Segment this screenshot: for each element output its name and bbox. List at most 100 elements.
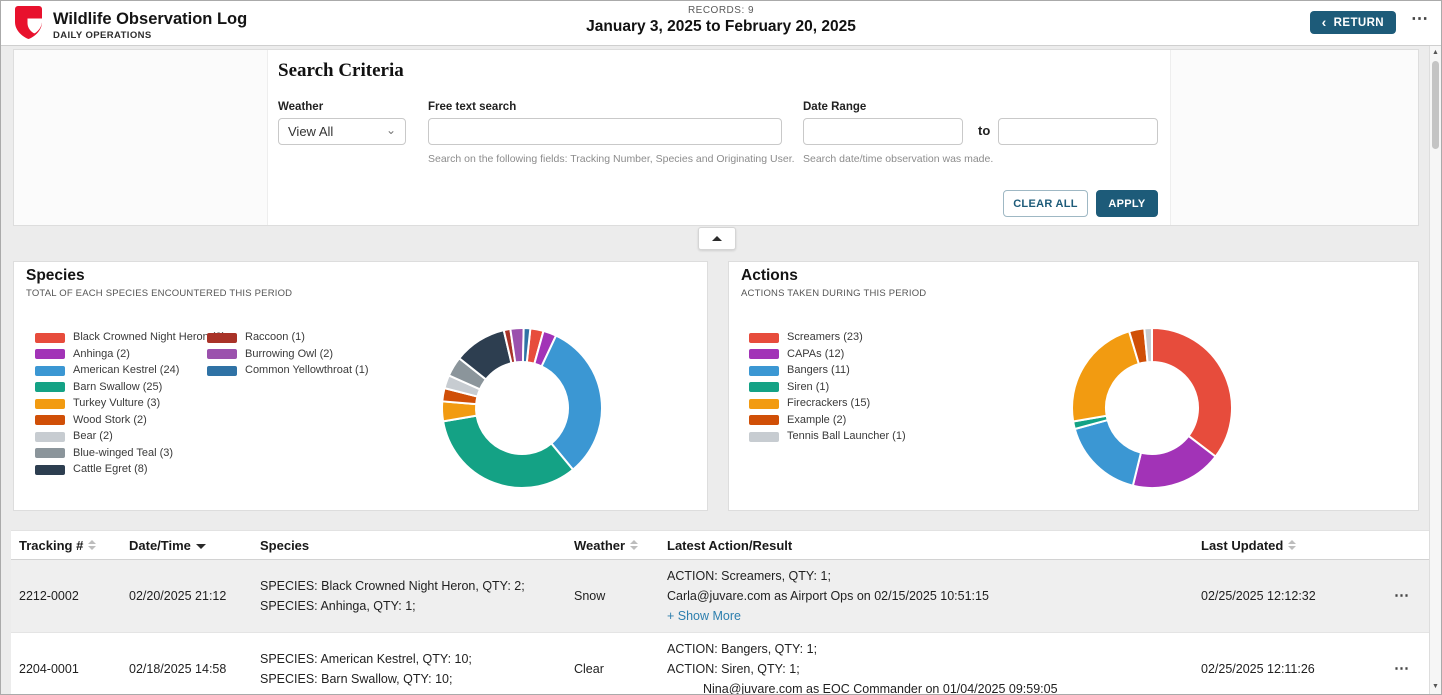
page-title: Wildlife Observation Log bbox=[53, 10, 247, 28]
legend-swatch bbox=[749, 432, 779, 442]
legend-label: Screamers (23) bbox=[787, 332, 863, 343]
legend-item: Example (2) bbox=[749, 415, 921, 426]
donut-slice[interactable] bbox=[1075, 420, 1141, 486]
legend-label: Siren (1) bbox=[787, 382, 829, 393]
legend-item: Raccoon (1) bbox=[207, 332, 369, 343]
return-button[interactable]: ‹ RETURN bbox=[1310, 11, 1396, 34]
legend-swatch bbox=[35, 382, 65, 392]
legend-swatch bbox=[749, 399, 779, 409]
donut-slice[interactable] bbox=[1072, 331, 1139, 421]
legend-label: Bear (2) bbox=[73, 431, 113, 442]
legend-swatch bbox=[35, 432, 65, 442]
app-header: Wildlife Observation Log DAILY OPERATION… bbox=[1, 1, 1441, 46]
species-panel: Species TOTAL OF EACH SPECIES ENCOUNTERE… bbox=[13, 261, 708, 511]
legend-swatch bbox=[749, 382, 779, 392]
chevron-up-icon bbox=[712, 236, 722, 241]
legend-item: Screamers (23) bbox=[749, 332, 921, 343]
cell-last-updated: 02/25/2025 12:11:26 bbox=[1193, 633, 1373, 695]
vertical-scrollbar[interactable]: ▲ ▼ bbox=[1429, 46, 1441, 694]
table-row[interactable]: 2212-000202/20/2025 21:12SPECIES: Black … bbox=[11, 560, 1431, 633]
legend-item: Black Crowned Night Heron (2) bbox=[35, 332, 207, 343]
apply-button[interactable]: APPLY bbox=[1096, 190, 1158, 217]
more-options-icon[interactable]: ⋯ bbox=[1411, 9, 1429, 29]
species-panel-title: Species bbox=[26, 267, 85, 285]
row-menu-icon[interactable]: ⋯ bbox=[1373, 633, 1431, 695]
cell-latest-action: ACTION: Screamers, QTY: 1;Carla@juvare.c… bbox=[659, 560, 1193, 632]
donut-slice[interactable] bbox=[1152, 328, 1232, 457]
records-count: RECORDS: 9 bbox=[301, 5, 1141, 16]
scrollbar-thumb[interactable] bbox=[1432, 61, 1439, 149]
legend-item: Turkey Vulture (3) bbox=[35, 398, 207, 409]
weather-label: Weather bbox=[278, 101, 323, 113]
collapse-search-button[interactable] bbox=[698, 227, 736, 250]
column-header[interactable]: Last Updated bbox=[1193, 531, 1373, 559]
search-criteria-panel: Search Criteria Weather View All ⌄ Free … bbox=[13, 49, 1419, 226]
weather-select[interactable]: View All ⌄ bbox=[278, 118, 406, 145]
legend-label: Bangers (11) bbox=[787, 365, 850, 376]
species-panel-subtitle: TOTAL OF EACH SPECIES ENCOUNTERED THIS P… bbox=[26, 288, 292, 299]
legend-label: Barn Swallow (25) bbox=[73, 382, 162, 393]
column-header[interactable]: Date/Time bbox=[121, 531, 252, 559]
legend-item: Cattle Egret (8) bbox=[35, 464, 207, 475]
wildlife-observation-log-app: Wildlife Observation Log DAILY OPERATION… bbox=[0, 0, 1442, 695]
chevron-left-icon: ‹ bbox=[1322, 17, 1327, 27]
cell-species: SPECIES: American Kestrel, QTY: 10;SPECI… bbox=[252, 633, 566, 695]
clear-all-button[interactable]: CLEAR ALL bbox=[1003, 190, 1088, 217]
header-date-range: January 3, 2025 to February 20, 2025 bbox=[301, 18, 1141, 36]
species-legend: Black Crowned Night Heron (2) Anhinga (2)… bbox=[35, 332, 369, 481]
free-text-label: Free text search bbox=[428, 101, 516, 113]
legend-item: Tennis Ball Launcher (1) bbox=[749, 431, 921, 442]
cell-tracking-number: 2212-0002 bbox=[11, 560, 121, 632]
legend-swatch bbox=[207, 333, 237, 343]
legend-swatch bbox=[749, 349, 779, 359]
legend-swatch bbox=[749, 415, 779, 425]
legend-item: Firecrackers (15) bbox=[749, 398, 921, 409]
column-header[interactable]: Tracking # bbox=[11, 531, 121, 559]
legend-label: Raccoon (1) bbox=[245, 332, 305, 343]
sort-icon bbox=[88, 540, 96, 550]
date-range-separator: to bbox=[978, 123, 990, 138]
legend-label: Black Crowned Night Heron (2) bbox=[73, 332, 225, 343]
actions-panel: Actions ACTIONS TAKEN DURING THIS PERIOD… bbox=[728, 261, 1419, 511]
legend-label: CAPAs (12) bbox=[787, 349, 844, 360]
legend-label: American Kestrel (24) bbox=[73, 365, 179, 376]
row-menu-icon[interactable]: ⋯ bbox=[1373, 560, 1431, 632]
legend-item: Common Yellowthroat (1) bbox=[207, 365, 369, 376]
legend-swatch bbox=[35, 333, 65, 343]
legend-label: Burrowing Owl (2) bbox=[245, 349, 333, 360]
column-header: Species bbox=[252, 531, 566, 559]
scroll-up-icon[interactable]: ▲ bbox=[1430, 47, 1441, 59]
date-from-input[interactable] bbox=[803, 118, 963, 145]
legend-swatch bbox=[35, 465, 65, 475]
column-header[interactable]: Weather bbox=[566, 531, 659, 559]
page-subtitle: DAILY OPERATIONS bbox=[53, 30, 247, 41]
observations-table: Tracking #Date/TimeSpeciesWeatherLatest … bbox=[11, 530, 1431, 695]
date-range-label: Date Range bbox=[803, 101, 866, 113]
free-text-input[interactable] bbox=[428, 118, 782, 145]
legend-item: Wood Stork (2) bbox=[35, 415, 207, 426]
legend-label: Wood Stork (2) bbox=[73, 415, 147, 426]
legend-swatch bbox=[35, 349, 65, 359]
legend-label: Example (2) bbox=[787, 415, 846, 426]
legend-label: Common Yellowthroat (1) bbox=[245, 365, 369, 376]
legend-item: Barn Swallow (25) bbox=[35, 382, 207, 393]
legend-swatch bbox=[35, 399, 65, 409]
date-to-input[interactable] bbox=[998, 118, 1158, 145]
legend-item: Bangers (11) bbox=[749, 365, 921, 376]
show-more-link[interactable]: + Show More bbox=[667, 606, 1185, 626]
cell-weather: Snow bbox=[566, 560, 659, 632]
legend-swatch bbox=[35, 415, 65, 425]
species-donut-chart bbox=[432, 318, 612, 498]
legend-label: Blue-winged Teal (3) bbox=[73, 448, 173, 459]
legend-label: Anhinga (2) bbox=[73, 349, 130, 360]
scroll-down-icon[interactable]: ▼ bbox=[1430, 681, 1441, 693]
actions-legend: Screamers (23) CAPAs (12) Bangers (11) Sire… bbox=[749, 332, 921, 448]
legend-swatch bbox=[207, 349, 237, 359]
cell-latest-action: ACTION: Bangers, QTY: 1;ACTION: Siren, Q… bbox=[659, 633, 1193, 695]
legend-label: Cattle Egret (8) bbox=[73, 464, 148, 475]
column-header: Latest Action/Result bbox=[659, 531, 1193, 559]
cell-last-updated: 02/25/2025 12:12:32 bbox=[1193, 560, 1373, 632]
legend-swatch bbox=[207, 366, 237, 376]
donut-slice[interactable] bbox=[443, 416, 573, 488]
table-row[interactable]: 2204-000102/18/2025 14:58SPECIES: Americ… bbox=[11, 633, 1431, 695]
